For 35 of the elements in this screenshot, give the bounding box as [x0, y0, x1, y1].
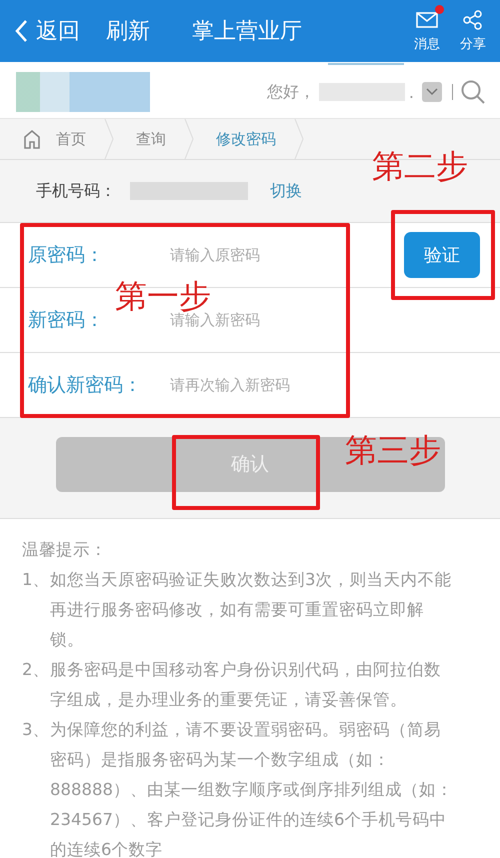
- step-annotation: 第三步: [345, 434, 441, 466]
- home-icon: [22, 129, 42, 149]
- field-label: 确认新密码：: [28, 373, 143, 398]
- field-label: 原密码：: [28, 243, 105, 268]
- tip-text: 服务密码是中国移动客户身份识别代码，由阿拉伯数字组成，是办理业务的重要凭证，请妥善保管。: [50, 659, 442, 711]
- tips-title: 温馨提示：: [22, 539, 108, 561]
- share-button[interactable]: 分享: [460, 9, 486, 53]
- messages-button[interactable]: 消息: [414, 9, 440, 53]
- verify-button[interactable]: 验证: [404, 232, 480, 278]
- chevron-down-icon: [426, 88, 438, 96]
- breadcrumb-link[interactable]: 首页: [56, 130, 86, 148]
- refresh-button[interactable]: 刷新: [106, 16, 150, 46]
- breadcrumb-link[interactable]: 查询: [136, 130, 166, 148]
- search-icon[interactable]: [460, 79, 486, 105]
- phone-label: 手机号码：: [36, 180, 116, 202]
- greeting-text: 您好，: [266, 82, 315, 102]
- back-icon: [14, 19, 28, 43]
- share-icon: [463, 10, 483, 30]
- tip-number: 1、: [22, 569, 50, 591]
- field-label: 新密码：: [28, 308, 105, 333]
- greeting-suffix: .: [408, 82, 414, 102]
- step-annotation: 第二步: [372, 150, 468, 182]
- envelope-icon: [416, 12, 438, 28]
- breadcrumb-link[interactable]: 修改密码: [216, 130, 276, 148]
- switch-link[interactable]: 切换: [270, 180, 302, 202]
- page-title: 掌上营业厅: [192, 18, 302, 46]
- dropdown-button[interactable]: [422, 82, 442, 102]
- password-field[interactable]: 请输入原密码: [168, 245, 372, 265]
- tip-number: 2、: [22, 659, 50, 681]
- step-annotation: 第一步: [115, 280, 211, 312]
- tip-number: 3、: [22, 719, 50, 741]
- password-field[interactable]: 请再次输入新密码: [168, 375, 372, 395]
- tip-text: 如您当天原密码验证失败次数达到3次，则当天内不能再进行服务密码修改，如有需要可重置密码立即解锁。: [50, 569, 452, 651]
- tip-text: 为保障您的利益，请不要设置弱密码。弱密码（简易密码）是指服务密码为某一个数字组成（如：888888）、由某一组数字顺序或倒序排列组成（如：234567）、客户登记身份证件的连续6个手机号码中的连续6个数字: [50, 719, 454, 858]
- back-button[interactable]: 返回: [14, 16, 80, 46]
